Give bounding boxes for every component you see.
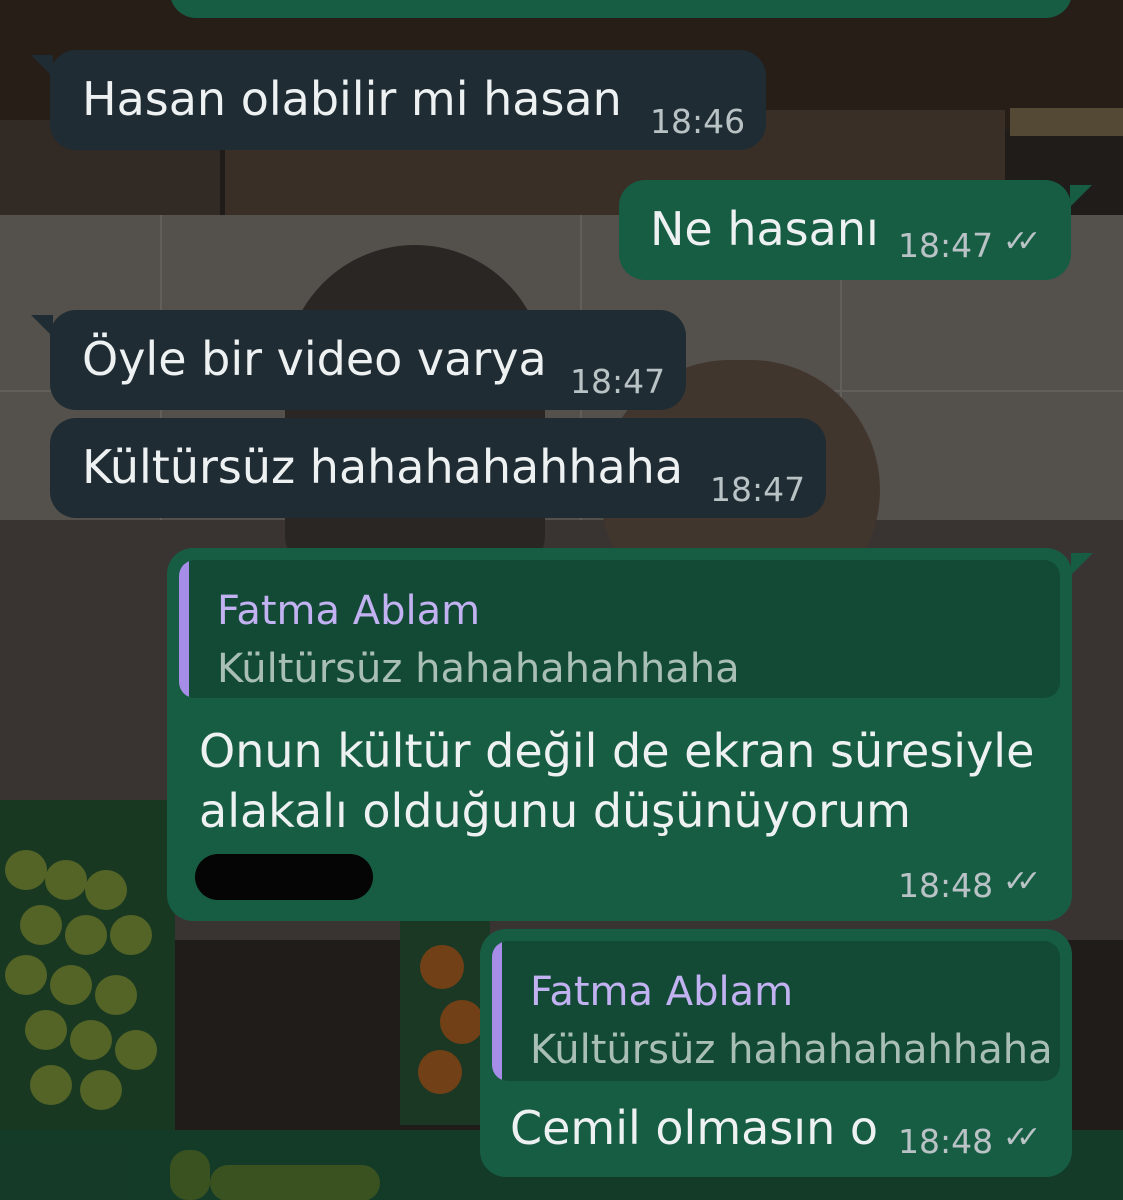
message-text: Ne hasanı bbox=[650, 202, 879, 256]
message-bubble-incoming[interactable]: Kültürsüz hahahahahhaha 18:47 bbox=[50, 418, 826, 518]
double-check-icon: ✓✓ bbox=[1003, 1120, 1041, 1155]
quote-author: Fatma Ablam bbox=[530, 969, 794, 1015]
message-time: 18:48 bbox=[898, 866, 994, 905]
quote-accent-bar bbox=[179, 560, 189, 698]
message-time: 18:47 bbox=[898, 226, 994, 265]
quote-author: Fatma Ablam bbox=[217, 588, 481, 634]
message-text-line: Onun kültür değil de ekran süresiyle bbox=[199, 724, 1035, 778]
message-text-line: alakalı olduğunu düşünüyorum bbox=[199, 784, 911, 838]
quoted-message[interactable]: Fatma Ablam Kültürsüz hahahahahhaha bbox=[179, 560, 1060, 698]
quote-text: Kültürsüz hahahahahhaha bbox=[530, 1027, 1053, 1073]
message-bubble-incoming[interactable]: Öyle bir video varya 18:47 bbox=[50, 310, 686, 410]
message-time: 18:46 bbox=[650, 102, 746, 141]
double-check-icon: ✓✓ bbox=[1003, 864, 1041, 899]
message-text: Cemil olmasın o bbox=[510, 1101, 878, 1155]
message-bubble-outgoing-reply[interactable]: Fatma Ablam Kültürsüz hahahahahhaha Onun… bbox=[167, 548, 1072, 921]
message-bubble-incoming[interactable]: Hasan olabilir mi hasan 18:46 bbox=[50, 50, 766, 150]
message-text: Hasan olabilir mi hasan bbox=[82, 72, 622, 126]
message-bubble-outgoing-reply[interactable]: Fatma Ablam Kültürsüz hahahahahhaha Cemi… bbox=[480, 929, 1072, 1177]
bubble-tail bbox=[1071, 553, 1093, 575]
message-text: Kültürsüz hahahahahhaha bbox=[82, 440, 684, 494]
message-time: 18:48 bbox=[898, 1122, 994, 1161]
chat-messages: Hasan olabilir mi hasan 18:46 Ne hasanı … bbox=[0, 0, 1123, 1200]
double-check-icon: ✓✓ bbox=[1003, 224, 1041, 259]
message-bubble-outgoing[interactable]: Ne hasanı 18:47 ✓✓ bbox=[619, 180, 1071, 280]
message-bubble-partial[interactable] bbox=[170, 0, 1072, 18]
redaction-scribble bbox=[195, 854, 373, 900]
message-text: Öyle bir video varya bbox=[82, 332, 547, 386]
quote-text: Kültürsüz hahahahahhaha bbox=[217, 646, 740, 692]
quote-accent-bar bbox=[492, 941, 502, 1081]
message-time: 18:47 bbox=[710, 470, 806, 509]
bubble-tail bbox=[1070, 185, 1092, 207]
message-time: 18:47 bbox=[570, 362, 666, 401]
quoted-message[interactable]: Fatma Ablam Kültürsüz hahahahahhaha bbox=[492, 941, 1060, 1081]
